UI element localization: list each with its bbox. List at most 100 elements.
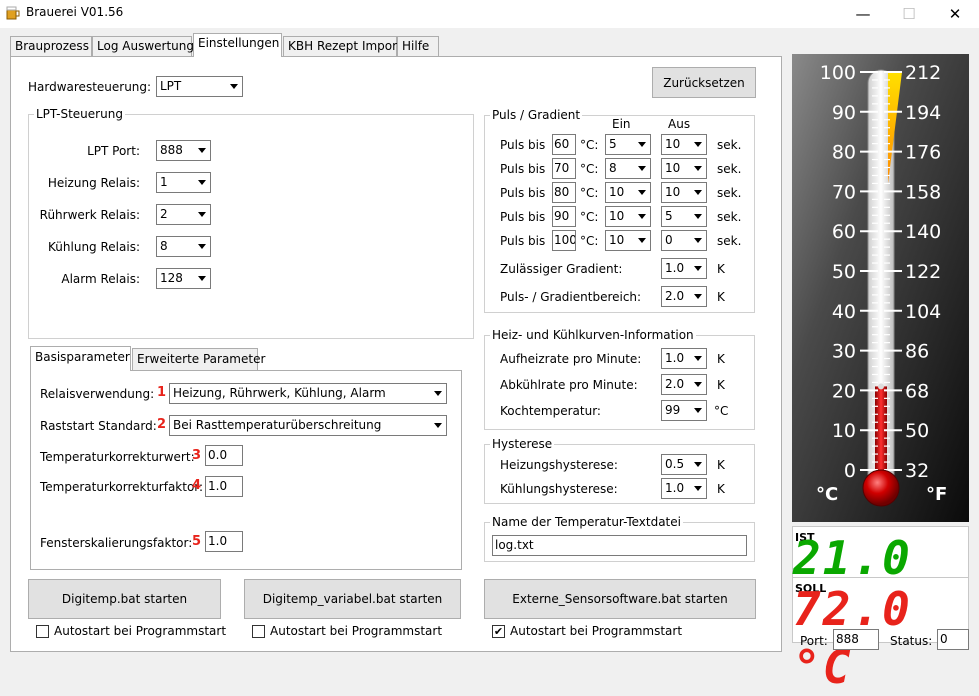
gradient-select[interactable]: 1.0 bbox=[661, 258, 707, 279]
puls-ein-select[interactable]: 10 bbox=[605, 182, 651, 203]
celsius-tick-label: 40 bbox=[832, 301, 856, 323]
puls-aus-value: 10 bbox=[665, 137, 681, 151]
fensterskalierung-input[interactable]: 1.0 bbox=[205, 531, 243, 552]
lpt-port-value: 888 bbox=[160, 143, 183, 157]
bereich-select[interactable]: 2.0 bbox=[661, 286, 707, 307]
kuehlung-relais-select[interactable]: 8 bbox=[156, 236, 211, 257]
heizhysterese-value: 0.5 bbox=[665, 457, 685, 471]
fahrenheit-tick-label: 158 bbox=[905, 181, 941, 203]
raststart-select[interactable]: Bei Rasttemperaturüberschreitung bbox=[169, 415, 447, 436]
puls-unit-sek: sek. bbox=[717, 138, 742, 152]
puls-temp-input[interactable]: 80 bbox=[552, 182, 576, 203]
thermometer-graphic: 1009080706050403020100212194176158140122… bbox=[792, 54, 969, 522]
kuehlung-relais-value: 8 bbox=[160, 239, 168, 253]
puls-ein-select[interactable]: 5 bbox=[605, 134, 651, 155]
puls-aus-select[interactable]: 10 bbox=[661, 134, 707, 155]
close-button[interactable]: ✕ bbox=[932, 0, 978, 28]
fahrenheit-tick-label: 140 bbox=[905, 221, 941, 243]
kuehlhysterese-select[interactable]: 1.0 bbox=[661, 478, 707, 499]
chevron-down-icon bbox=[225, 77, 242, 96]
textdatei-title: Name der Temperatur-Textdatei bbox=[490, 515, 683, 529]
aufheiz-unit: K bbox=[717, 352, 725, 366]
puls-aus-value: 10 bbox=[665, 161, 681, 175]
hardware-select[interactable]: LPT bbox=[156, 76, 243, 97]
hardware-value: LPT bbox=[160, 79, 182, 93]
celsius-tick-label: 80 bbox=[832, 142, 856, 164]
digitemp-button[interactable]: Digitemp.bat starten bbox=[28, 579, 221, 619]
celsius-tick-label: 50 bbox=[832, 261, 856, 283]
marker-4: 4 bbox=[192, 478, 202, 493]
autostart-checkbox-2[interactable] bbox=[252, 625, 265, 638]
koch-value: 99 bbox=[665, 403, 681, 417]
puls-temp-input[interactable]: 100 bbox=[552, 230, 576, 251]
puls-ein-select[interactable]: 10 bbox=[605, 230, 651, 251]
minimize-button[interactable]: — bbox=[840, 0, 886, 28]
puls-row-label: Puls bis bbox=[500, 186, 546, 200]
puls-aus-select[interactable]: 0 bbox=[661, 230, 707, 251]
tab-brauprozess[interactable]: Brauprozess bbox=[10, 36, 92, 56]
autostart-checkbox-1[interactable] bbox=[36, 625, 49, 638]
relaisverwendung-select[interactable]: Heizung, Rührwerk, Kühlung, Alarm bbox=[169, 383, 447, 404]
reset-button[interactable]: Zurücksetzen bbox=[652, 67, 756, 98]
chevron-down-icon bbox=[633, 183, 650, 202]
puls-unit-sek: sek. bbox=[717, 210, 742, 224]
puls-ein-select[interactable]: 10 bbox=[605, 206, 651, 227]
aufheiz-select[interactable]: 1.0 bbox=[661, 348, 707, 369]
fahrenheit-tick-label: 68 bbox=[905, 380, 929, 402]
puls-temp-input[interactable]: 90 bbox=[552, 206, 576, 227]
kuehlung-relais-label: Kühlung Relais: bbox=[48, 240, 140, 254]
fahrenheit-tick-label: 122 bbox=[905, 261, 941, 283]
status-input[interactable]: 0 bbox=[937, 629, 969, 650]
tab-log-auswertung[interactable]: Log Auswertung bbox=[92, 36, 194, 56]
puls-aus-select[interactable]: 10 bbox=[661, 182, 707, 203]
alarm-relais-select[interactable]: 128 bbox=[156, 268, 211, 289]
chevron-down-icon bbox=[633, 207, 650, 226]
autostart-checkbox-3[interactable]: ✔ bbox=[492, 625, 505, 638]
ruehrwerk-relais-select[interactable]: 2 bbox=[156, 204, 211, 225]
korrekturwert-input[interactable]: 0.0 bbox=[205, 445, 243, 466]
maximize-button[interactable]: ☐ bbox=[886, 0, 932, 28]
chevron-down-icon bbox=[689, 135, 706, 154]
puls-temp-input[interactable]: 60 bbox=[552, 134, 576, 155]
chevron-down-icon bbox=[689, 455, 706, 474]
puls-aus-select[interactable]: 10 bbox=[661, 158, 707, 179]
port-input[interactable]: 888 bbox=[833, 629, 879, 650]
hardware-label: Hardwaresteuerung: bbox=[28, 80, 152, 94]
celsius-tick-label: 100 bbox=[820, 62, 856, 84]
fahrenheit-tick-label: 212 bbox=[905, 62, 941, 84]
tab-einstellungen[interactable]: Einstellungen bbox=[193, 33, 282, 57]
relaisverwendung-value: Heizung, Rührwerk, Kühlung, Alarm bbox=[173, 386, 386, 400]
lpt-port-select[interactable]: 888 bbox=[156, 140, 211, 161]
puls-unit-sek: sek. bbox=[717, 234, 742, 248]
korrekturwert-label: Temperaturkorrekturwert: bbox=[40, 450, 195, 464]
heizung-relais-label: Heizung Relais: bbox=[47, 176, 140, 190]
digitemp-variabel-button[interactable]: Digitemp_variabel.bat starten bbox=[244, 579, 461, 619]
ist-marker bbox=[878, 383, 884, 390]
heizhysterese-select[interactable]: 0.5 bbox=[661, 454, 707, 475]
korrekturfaktor-input[interactable]: 1.0 bbox=[205, 476, 243, 497]
chevron-down-icon bbox=[689, 159, 706, 178]
chevron-down-icon bbox=[193, 237, 210, 256]
abkuehl-select[interactable]: 2.0 bbox=[661, 374, 707, 395]
celsius-tick-label: 30 bbox=[832, 341, 856, 363]
puls-row-label: Puls bis bbox=[500, 162, 546, 176]
celsius-tick-label: 20 bbox=[832, 380, 856, 402]
textdatei-input[interactable]: log.txt bbox=[492, 535, 747, 556]
status-label: Status: bbox=[890, 634, 933, 648]
tab-erweiterte-parameter[interactable]: Erweiterte Parameter bbox=[132, 348, 265, 370]
puls-aus-value: 5 bbox=[665, 209, 673, 223]
puls-ein-select[interactable]: 8 bbox=[605, 158, 651, 179]
tab-hilfe[interactable]: Hilfe bbox=[397, 36, 439, 56]
tab-kbh-rezept-import[interactable]: KBH Rezept Import bbox=[283, 36, 402, 56]
externe-sensor-button[interactable]: Externe_Sensorsoftware.bat starten bbox=[484, 579, 756, 619]
koch-select[interactable]: 99 bbox=[661, 400, 707, 421]
heizung-relais-select[interactable]: 1 bbox=[156, 172, 211, 193]
chevron-down-icon bbox=[689, 375, 706, 394]
puls-aus-value: 10 bbox=[665, 185, 681, 199]
kuehlhysterese-unit: K bbox=[717, 482, 725, 496]
raststart-value: Bei Rasttemperaturüberschreitung bbox=[173, 418, 382, 432]
puls-temp-input[interactable]: 70 bbox=[552, 158, 576, 179]
tab-basisparameter[interactable]: Basisparameter bbox=[30, 346, 131, 371]
chevron-down-icon bbox=[689, 183, 706, 202]
puls-aus-select[interactable]: 5 bbox=[661, 206, 707, 227]
